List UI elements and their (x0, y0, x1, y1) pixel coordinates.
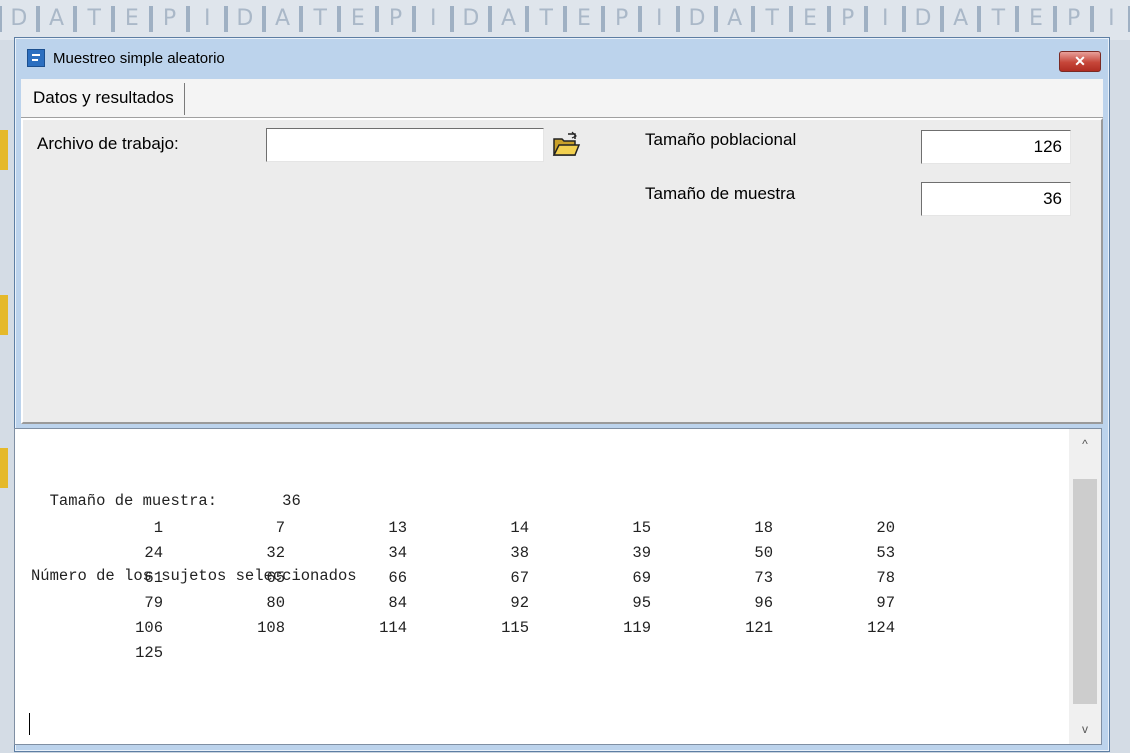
subject-number: 53 (876, 544, 895, 562)
results-header: Tamaño de muestra: 36 Número de los suje… (31, 439, 357, 639)
input-panel: Archivo de trabajo: Tamaño poblacional 1… (21, 118, 1103, 424)
watermark-letter: E (791, 6, 829, 32)
watermark-letter: I (866, 6, 905, 32)
title-bar[interactable]: Muestreo simple aleatorio ✕ (15, 38, 1109, 78)
subject-number: 96 (754, 594, 773, 612)
subject-number: 39 (632, 544, 651, 562)
sample-size-input[interactable]: 36 (921, 182, 1071, 216)
watermark-letter: A (489, 6, 528, 32)
scrollbar-thumb[interactable] (1073, 479, 1097, 704)
results-selected-title: Número de los sujetos seleccionados (31, 567, 357, 585)
subject-number: 15 (632, 519, 651, 537)
background-watermark-strip: DATEPIDATEPIDATEPIDATEPIDATEPI (0, 0, 1130, 40)
tab-strip: Datos y resultados (21, 79, 1103, 118)
subject-number: 65 (266, 569, 285, 587)
close-button[interactable]: ✕ (1059, 51, 1101, 72)
subject-number: 92 (510, 594, 529, 612)
subject-number: 61 (144, 569, 163, 587)
sample-size-label: Tamaño de muestra (645, 184, 796, 203)
population-size-label: Tamaño poblacional (645, 130, 797, 149)
population-size-input[interactable]: 126 (921, 130, 1071, 164)
subject-number: 80 (266, 594, 285, 612)
text-caret (29, 713, 30, 735)
watermark-letter: P (150, 6, 189, 32)
subject-number: 95 (632, 594, 651, 612)
results-sample-size-line: Tamaño de muestra: 36 (31, 492, 301, 510)
watermark-letter: A (941, 6, 980, 32)
watermark-letter: D (0, 6, 38, 32)
watermark-letter: P (376, 6, 415, 32)
subject-number: 24 (144, 544, 163, 562)
scroll-down-icon[interactable]: v (1069, 714, 1101, 744)
background-yellow-marker (0, 295, 8, 335)
folder-open-icon (552, 131, 581, 156)
subject-number: 34 (388, 544, 407, 562)
results-textarea[interactable]: Tamaño de muestra: 36 Número de los suje… (14, 428, 1102, 745)
file-input[interactable] (266, 128, 544, 162)
watermark-letter: I (414, 6, 453, 32)
subject-number: 20 (876, 519, 895, 537)
window-title: Muestreo simple aleatorio (53, 49, 225, 67)
subject-number: 14 (510, 519, 529, 537)
subject-number: 73 (754, 569, 773, 587)
subject-number: 78 (876, 569, 895, 587)
subject-number: 38 (510, 544, 529, 562)
watermark-letter: I (188, 6, 227, 32)
subject-number: 97 (876, 594, 895, 612)
watermark-letter: A (715, 6, 754, 32)
subject-number: 125 (135, 644, 163, 662)
subject-number: 106 (135, 619, 163, 637)
file-label: Archivo de trabajo: (37, 134, 179, 153)
vertical-scrollbar[interactable]: ^ v (1069, 429, 1101, 744)
watermark-letter: D (226, 6, 264, 32)
watermark-letter: P (828, 6, 867, 32)
subject-number: 32 (266, 544, 285, 562)
watermark-letter: T (75, 6, 114, 32)
watermark-letter: E (339, 6, 377, 32)
subject-number: 13 (388, 519, 407, 537)
watermark-letter: T (753, 6, 792, 32)
watermark-letter: T (301, 6, 340, 32)
subject-number: 18 (754, 519, 773, 537)
subject-number: 66 (388, 569, 407, 587)
subject-number: 114 (379, 619, 407, 637)
watermark-letter: I (640, 6, 679, 32)
app-icon (27, 49, 45, 67)
subject-number: 108 (257, 619, 285, 637)
watermark-letter: D (904, 6, 942, 32)
subject-number: 7 (275, 519, 285, 537)
watermark-letter: E (113, 6, 151, 32)
subject-number: 67 (510, 569, 529, 587)
subject-number: 50 (754, 544, 773, 562)
watermark-letter: D (678, 6, 716, 32)
subject-number: 79 (144, 594, 163, 612)
scroll-up-icon[interactable]: ^ (1069, 429, 1101, 459)
watermark-letter: P (1054, 6, 1093, 32)
watermark-letter: E (1017, 6, 1055, 32)
watermark-letter: D (452, 6, 490, 32)
watermark-letter: I (1092, 6, 1130, 32)
watermark-letter: T (527, 6, 566, 32)
subject-number: 124 (867, 619, 895, 637)
background-yellow-marker (0, 448, 8, 488)
watermark-letter: A (263, 6, 302, 32)
subject-number: 1 (153, 519, 163, 537)
subject-number: 84 (388, 594, 407, 612)
subject-number: 69 (632, 569, 651, 587)
open-folder-button[interactable] (551, 130, 581, 160)
watermark-letter: A (37, 6, 76, 32)
background-right-edge (1108, 40, 1130, 753)
background-yellow-marker (0, 130, 8, 170)
watermark-letter: E (565, 6, 603, 32)
subject-number: 121 (745, 619, 773, 637)
subject-number: 115 (501, 619, 529, 637)
watermark-letter: P (602, 6, 641, 32)
subject-number: 119 (623, 619, 651, 637)
watermark-letter: T (979, 6, 1018, 32)
tab-datos-y-resultados[interactable]: Datos y resultados (27, 83, 185, 115)
